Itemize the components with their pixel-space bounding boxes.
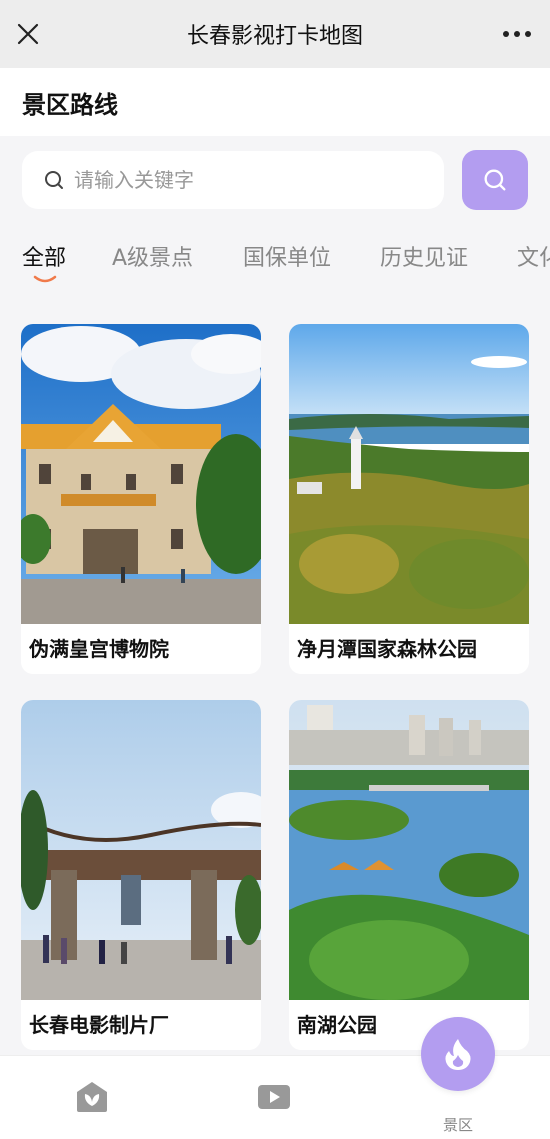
tab-culture[interactable]: 文化 xyxy=(517,240,550,272)
card-title: 净月潭国家森林公园 xyxy=(297,637,477,661)
search-box[interactable] xyxy=(22,151,444,209)
nav-scenic-label: 景区 xyxy=(442,1116,473,1134)
nav-video[interactable] xyxy=(214,1056,334,1139)
palace-photo xyxy=(21,324,261,624)
scenic-fab-button[interactable] xyxy=(421,1017,495,1091)
tab-active-indicator xyxy=(33,275,57,283)
scenic-card-palace[interactable]: 伪满皇宫博物院 xyxy=(21,324,261,674)
flame-icon xyxy=(445,1039,471,1070)
search-button[interactable] xyxy=(462,150,528,210)
scenic-card-forest-park[interactable]: 净月潭国家森林公园 xyxy=(289,324,529,674)
page-title: 景区路线 xyxy=(22,90,118,119)
card-title: 伪满皇宫博物院 xyxy=(29,637,169,661)
search-area xyxy=(0,136,550,222)
title-bar: 长春影视打卡地图 xyxy=(0,0,550,68)
video-play-icon xyxy=(258,1085,290,1109)
tab-history-witness[interactable]: 历史见证 xyxy=(380,240,468,272)
category-tabs: 全部 A级景点 国保单位 历史见证 文化 xyxy=(0,226,550,290)
window-title: 长春影视打卡地图 xyxy=(186,24,363,49)
leaf-home-icon xyxy=(77,1082,107,1112)
search-input[interactable] xyxy=(74,168,414,192)
forest-park-photo xyxy=(289,324,529,624)
search-icon xyxy=(484,169,506,191)
tab-all[interactable]: 全部 xyxy=(22,240,66,272)
search-icon xyxy=(45,171,63,189)
film-studio-gate-photo xyxy=(21,700,261,1000)
scenic-card-film-studio[interactable]: 长春电影制片厂 xyxy=(21,700,261,1050)
tab-a-level-spots[interactable]: A级景点 xyxy=(112,240,193,272)
tab-national-protected[interactable]: 国保单位 xyxy=(243,240,331,272)
more-options-icon[interactable] xyxy=(502,24,532,44)
nanhu-park-photo xyxy=(289,700,529,1000)
card-title: 长春电影制片厂 xyxy=(29,1013,169,1037)
nav-home[interactable] xyxy=(32,1056,152,1139)
section-header: 景区路线 xyxy=(0,68,550,136)
scenic-card-nanhu-park[interactable]: 南湖公园 xyxy=(289,700,529,1050)
close-icon[interactable] xyxy=(16,22,40,46)
